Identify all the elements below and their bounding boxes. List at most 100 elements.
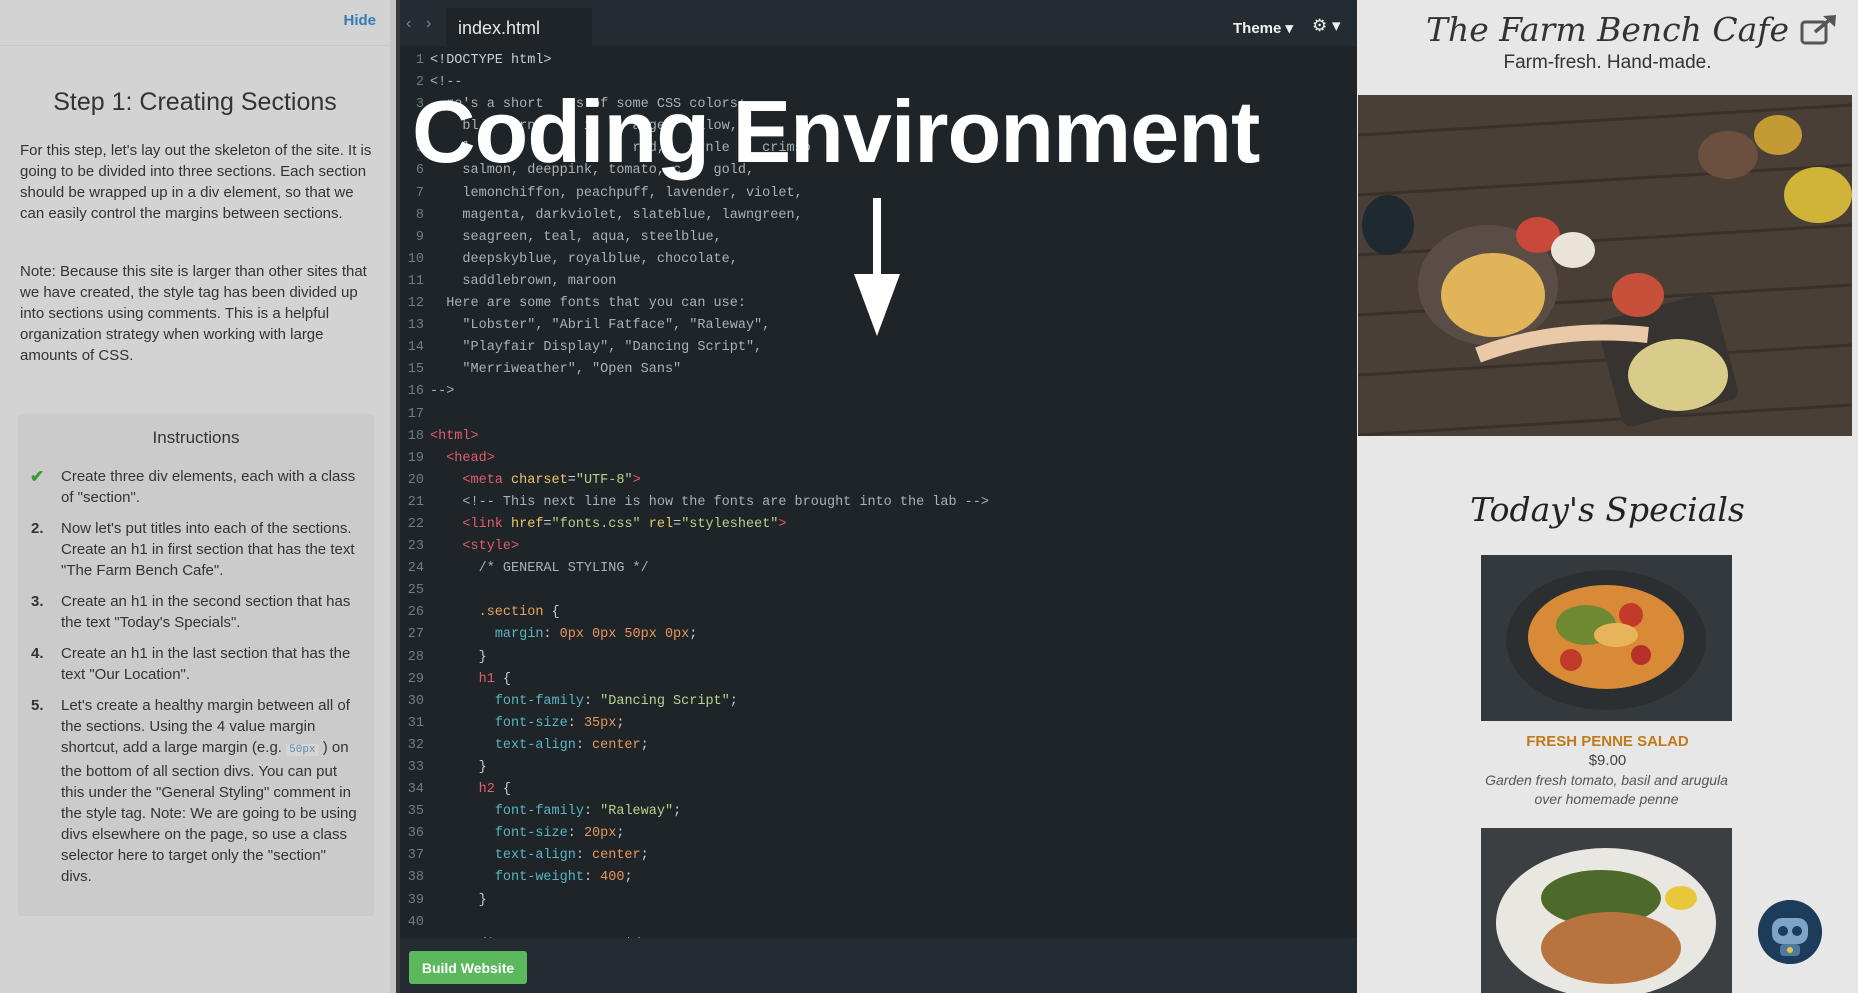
code-text: lemonchiffon, peachpuff, lavender, viole… (430, 186, 802, 201)
banner-photo (1358, 95, 1852, 436)
help-bot-icon[interactable] (1758, 900, 1822, 964)
line-number: 11 (407, 273, 424, 289)
code-line[interactable]: 30 font-family: "Dancing Script"; (400, 691, 1357, 713)
line-number: 25 (407, 583, 424, 599)
code-text: } (430, 893, 487, 908)
code-token: 400 (600, 870, 625, 886)
back-arrow-icon[interactable]: ‹ (406, 15, 411, 33)
code-token: : (567, 826, 584, 842)
code-token: { (494, 782, 512, 798)
step-note: Note: Because this site is larger than o… (20, 263, 367, 364)
code-token: ; (729, 693, 738, 709)
code-token: "Lobster", "Abril Fatface", "Raleway", (430, 318, 771, 334)
instruction-number: 3. (31, 593, 44, 610)
code-line[interactable]: 21 <!-- This next line is how the fonts … (400, 492, 1357, 514)
code-line[interactable]: 35 font-family: "Raleway"; (400, 801, 1357, 823)
down-arrow-icon (854, 198, 900, 336)
instructions-list: ✔ Create three div elements, each with a… (18, 466, 374, 887)
code-line[interactable]: 28 } (400, 647, 1357, 669)
code-line[interactable]: 22 <link href="fonts.css" rel="styleshee… (400, 514, 1357, 536)
code-line[interactable]: 34 h2 { (400, 779, 1357, 801)
instruction-text: Now let's put titles into each of the se… (61, 520, 355, 579)
code-line[interactable]: 20 <meta charset="UTF-8"> (400, 470, 1357, 492)
code-line[interactable]: 37 text-align: center; (400, 845, 1357, 867)
code-token: ; (673, 804, 682, 820)
code-token: "fonts.css" (551, 516, 641, 532)
code-line[interactable]: 24 /* GENERAL STYLING */ (400, 558, 1357, 580)
code-text: <meta charset="UTF-8"> (430, 473, 640, 488)
settings-gear-icon[interactable]: ⚙ ▾ (1312, 16, 1341, 36)
code-line[interactable]: 36 font-size: 20px; (400, 823, 1357, 845)
code-line[interactable]: 19 <head> (400, 448, 1357, 470)
code-token: text-align (494, 848, 576, 864)
code-token: /* GENERAL STYLING */ (430, 561, 649, 577)
code-token: seagreen, teal, aqua, steelblue, (430, 229, 722, 245)
code-line[interactable]: 32 text-align: center; (400, 735, 1357, 757)
code-text: <link href="fonts.css" rel="stylesheet"> (430, 516, 786, 532)
code-token: : (583, 693, 601, 709)
dish-name: Fresh Penne Salad (1526, 733, 1689, 750)
hide-button[interactable]: Hide (343, 12, 376, 29)
instruction-item: 5. Let's create a healthy margin between… (18, 695, 374, 887)
step-description: For this step, let's lay out the skeleto… (20, 142, 372, 222)
code-line[interactable]: 15 "Merriweather", "Open Sans" (400, 359, 1357, 381)
code-token: : (575, 848, 593, 864)
forward-arrow-icon[interactable]: › (426, 15, 431, 33)
line-number: 34 (407, 782, 424, 798)
code-text: "Merriweather", "Open Sans" (430, 362, 681, 377)
code-token: : (583, 870, 601, 886)
line-number: 28 (407, 649, 424, 665)
specials-heading: Today's Specials (1470, 490, 1745, 529)
code-token: h1 (478, 671, 495, 687)
code-token: font-weight (494, 870, 584, 886)
dish-price: $9.00 (1588, 752, 1627, 769)
line-number: 9 (415, 229, 424, 245)
code-text: <!-- This next line is how the fonts are… (430, 495, 989, 510)
code-text: deepskyblue, royalblue, chocolate, (430, 252, 737, 267)
code-line[interactable]: 1 <!DOCTYPE html> (400, 50, 1357, 72)
code-line[interactable]: 14 "Playfair Display", "Dancing Script", (400, 337, 1357, 359)
code-token: center (592, 737, 641, 753)
editor-footer: Build Website (400, 938, 1357, 993)
line-number: 40 (407, 914, 424, 930)
penne-salad-photo (1481, 555, 1732, 721)
instruction-number: 4. (31, 645, 44, 662)
code-line[interactable]: 27 margin: 0px 0px 50px 0px; (400, 624, 1357, 646)
instruction-number: 5. (31, 697, 44, 714)
code-line[interactable]: 40 (400, 912, 1357, 934)
code-line[interactable]: 39 } (400, 890, 1357, 912)
code-text: <head> (430, 451, 495, 466)
code-token: h2 (478, 782, 495, 798)
theme-dropdown[interactable]: Theme ▾ (1233, 19, 1293, 37)
code-line[interactable]: 31 font-size: 35px; (400, 713, 1357, 735)
code-line[interactable]: 29 h1 { (400, 669, 1357, 691)
code-token: Here are some fonts that you can use: (430, 296, 746, 312)
code-token: href (511, 516, 544, 532)
external-link-icon[interactable] (1799, 14, 1839, 46)
line-number: 18 (407, 428, 424, 444)
file-tab[interactable]: index.html (446, 8, 592, 46)
code-text: } (430, 760, 487, 775)
code-token: 20px (583, 826, 617, 842)
code-line[interactable]: 18 <html> (400, 426, 1357, 448)
line-number: 13 (407, 318, 424, 334)
code-token: "Playfair Display", "Dancing Script", (430, 340, 763, 356)
code-line[interactable]: 17 (400, 404, 1357, 426)
code-line[interactable]: 25 (400, 580, 1357, 602)
instruction-item: 3. Create an h1 in the second section th… (18, 591, 374, 633)
code-line[interactable]: 38 font-weight: 400; (400, 867, 1357, 889)
code-token: rel (648, 516, 674, 532)
code-line[interactable]: 23 <style> (400, 536, 1357, 558)
code-text: font-family: "Raleway"; (430, 804, 681, 819)
build-website-button[interactable]: Build Website (409, 951, 527, 984)
code-line[interactable]: 26 .section { (400, 602, 1357, 624)
code-line[interactable]: 16 --> (400, 381, 1357, 403)
code-line[interactable]: 33 } (400, 757, 1357, 779)
line-number: 29 (407, 671, 424, 687)
